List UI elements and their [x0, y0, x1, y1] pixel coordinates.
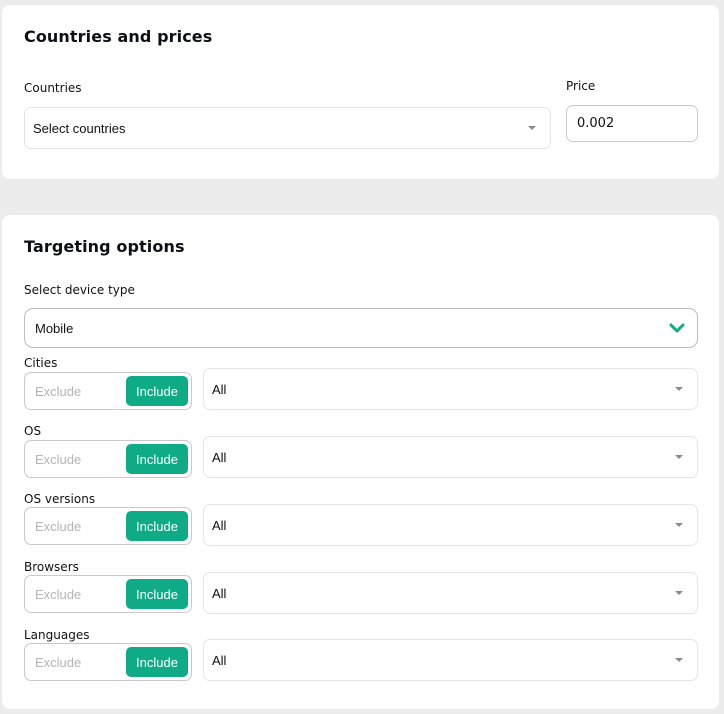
device-type-value: Mobile	[35, 320, 74, 336]
section-title: Countries and prices	[24, 27, 213, 46]
cities-select[interactable]: All	[203, 368, 698, 410]
os-versions-exclude-option[interactable]: Exclude	[35, 508, 81, 544]
browsers-include-option[interactable]: Include	[126, 579, 188, 609]
os-include-exclude-toggle: Exclude Include	[24, 440, 192, 478]
price-input[interactable]: 0.002	[566, 105, 698, 142]
cities-select-value: All	[212, 381, 227, 397]
languages-select-value: All	[212, 652, 227, 668]
os-exclude-option[interactable]: Exclude	[35, 441, 81, 477]
cities-include-exclude-toggle: Exclude Include	[24, 372, 192, 410]
browsers-select[interactable]: All	[203, 572, 698, 614]
languages-label: Languages	[24, 628, 90, 642]
price-label: Price	[566, 79, 596, 93]
browsers-include-exclude-toggle: Exclude Include	[24, 575, 192, 613]
countries-and-prices-card: Countries and prices Countries Select co…	[2, 5, 719, 179]
os-select-value: All	[212, 449, 227, 465]
caret-down-icon	[675, 387, 683, 391]
caret-down-icon	[675, 455, 683, 459]
browsers-exclude-option[interactable]: Exclude	[35, 576, 81, 612]
os-versions-select-value: All	[212, 517, 227, 533]
os-include-option[interactable]: Include	[126, 444, 188, 474]
cities-exclude-option[interactable]: Exclude	[35, 373, 81, 409]
os-select[interactable]: All	[203, 436, 698, 478]
countries-select-value: Select countries	[33, 120, 126, 136]
languages-select[interactable]: All	[203, 639, 698, 681]
device-type-select[interactable]: Mobile	[24, 308, 698, 348]
os-versions-include-exclude-toggle: Exclude Include	[24, 507, 192, 545]
os-versions-select[interactable]: All	[203, 504, 698, 546]
caret-down-icon	[675, 658, 683, 662]
languages-exclude-option[interactable]: Exclude	[35, 644, 81, 680]
caret-down-icon	[675, 523, 683, 527]
device-type-label: Select device type	[24, 283, 135, 297]
price-input-value: 0.002	[577, 116, 615, 131]
cities-include-option[interactable]: Include	[126, 376, 188, 406]
os-label: OS	[24, 424, 42, 438]
os-versions-include-option[interactable]: Include	[126, 511, 188, 541]
browsers-label: Browsers	[24, 560, 79, 574]
caret-down-icon	[675, 591, 683, 595]
languages-include-option[interactable]: Include	[126, 647, 188, 677]
chevron-down-icon	[669, 323, 685, 333]
countries-label: Countries	[24, 81, 82, 95]
browsers-select-value: All	[212, 585, 227, 601]
targeting-options-card: Targeting options Select device type Mob…	[2, 215, 719, 709]
os-versions-label: OS versions	[24, 492, 96, 506]
caret-down-icon	[528, 126, 536, 130]
section-title: Targeting options	[24, 237, 185, 256]
languages-include-exclude-toggle: Exclude Include	[24, 643, 192, 681]
countries-select[interactable]: Select countries	[24, 107, 551, 149]
cities-label: Cities	[24, 356, 58, 370]
